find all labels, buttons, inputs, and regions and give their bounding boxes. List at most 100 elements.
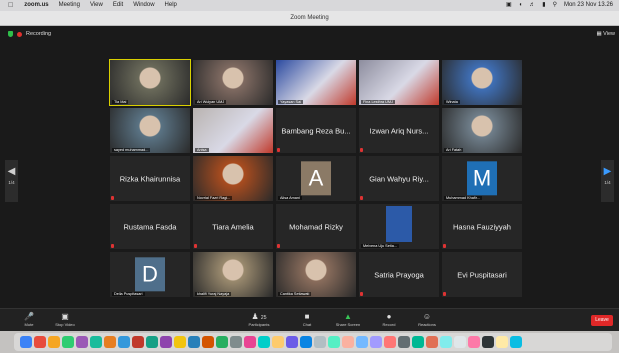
dock-app-icon[interactable] <box>258 336 270 348</box>
dock-app-icon[interactable] <box>286 336 298 348</box>
muted-mic-icon <box>111 196 114 200</box>
participant-label: Cantika Setiawati <box>278 292 312 296</box>
participant-tile[interactable]: Tia Mai <box>109 59 191 106</box>
participant-tile[interactable]: Fina Lesthra UMJ <box>359 60 439 105</box>
search-icon[interactable]: ⚲ <box>553 0 557 11</box>
dock-app-icon[interactable] <box>202 336 214 348</box>
dock-app-icon[interactable] <box>118 336 130 348</box>
participant-label: Muhammad Khafir... <box>444 196 482 200</box>
participant-tile[interactable]: Izwan Ariq Nurs... <box>359 108 439 153</box>
menu-item-meeting[interactable]: Meeting <box>54 0 85 11</box>
dock-app-icon[interactable] <box>174 336 186 348</box>
muted-mic-icon <box>360 196 363 200</box>
participant-tile[interactable]: A Alisa Amani <box>276 156 356 201</box>
participant-tile[interactable]: Evi Puspitasari <box>442 252 522 297</box>
dock-app-icon[interactable] <box>314 336 326 348</box>
dock-app-icon[interactable] <box>34 336 46 348</box>
zoom-status-icon[interactable]: ▣ <box>506 0 512 11</box>
chat-bubble-icon: ■ <box>304 312 310 321</box>
dock-app-icon[interactable] <box>244 336 256 348</box>
participant-tile[interactable]: Yayasan Sai <box>276 60 356 105</box>
dock-app-icon[interactable] <box>132 336 144 348</box>
participant-tile[interactable]: Rustama Fasda <box>110 204 190 249</box>
menu-item-view[interactable]: View <box>85 0 108 11</box>
dock-app-icon[interactable] <box>104 336 116 348</box>
dock-app-icon[interactable] <box>454 336 466 348</box>
dock-app-icon[interactable] <box>440 336 452 348</box>
next-page-button[interactable]: ▶ 1/4 <box>601 160 614 202</box>
share-screen-button[interactable]: ▲ Share Screen <box>333 312 363 327</box>
dock-app-icon[interactable] <box>216 336 228 348</box>
shield-icon[interactable] <box>8 31 13 37</box>
menu-item-zoom[interactable]: zoom.us <box>19 0 53 11</box>
dock-app-icon[interactable] <box>90 336 102 348</box>
dock-app-icon[interactable] <box>160 336 172 348</box>
participant-tile[interactable]: Hasna Fauziyyah <box>442 204 522 249</box>
menu-item-window[interactable]: Window <box>128 0 159 11</box>
participant-tile[interactable]: Cantika Setiawati <box>276 252 356 297</box>
dock-app-icon[interactable] <box>300 336 312 348</box>
participant-tile[interactable]: Anisa <box>193 108 273 153</box>
menu-item-edit[interactable]: Edit <box>108 0 128 11</box>
participant-tile[interactable]: khalifi Yuraj Nayaja <box>193 252 273 297</box>
wifi-icon[interactable]: ◖ <box>519 0 523 11</box>
dock-app-icon[interactable] <box>412 336 424 348</box>
dock-app-icon[interactable] <box>20 336 32 348</box>
participant-label: Melvena Uju Setia... <box>361 244 399 248</box>
muted-mic-icon <box>111 244 114 248</box>
participant-name: Bambang Reza Bu... <box>281 126 351 135</box>
record-button[interactable]: ● Record <box>374 312 404 327</box>
dock-app-icon[interactable] <box>496 336 508 348</box>
dock-app-icon[interactable] <box>342 336 354 348</box>
mute-button[interactable]: 🎤 Mute <box>14 312 44 327</box>
reactions-button[interactable]: ☺ Reactions <box>412 312 442 327</box>
dock-app-icon[interactable] <box>272 336 284 348</box>
dock-app-icon[interactable] <box>188 336 200 348</box>
participant-name: Tiara Amelia <box>212 222 254 231</box>
chat-button[interactable]: ■ Chat <box>292 312 322 327</box>
dock-app-icon[interactable] <box>510 336 522 348</box>
dock-app-icon[interactable] <box>426 336 438 348</box>
menu-item-help[interactable]: Help <box>160 0 182 11</box>
clock[interactable]: Mon 23 Nov 13.26 <box>564 0 613 11</box>
participant-tile[interactable]: Rizka Khairunnisa <box>110 156 190 201</box>
dock-app-icon[interactable] <box>370 336 382 348</box>
participant-tile[interactable]: Tiara Amelia <box>193 204 273 249</box>
dock-app-icon[interactable] <box>398 336 410 348</box>
participant-tile[interactable]: Ari Wulyan UMJ <box>193 60 273 105</box>
participants-button[interactable]: ♟ 25 Participants <box>244 312 274 327</box>
page-indicator-right: 1/4 <box>604 180 611 185</box>
participant-tile[interactable]: Gian Wahyu Riy... <box>359 156 439 201</box>
dock-app-icon[interactable] <box>48 336 60 348</box>
participant-tile[interactable]: Mohamad Rizky <box>276 204 356 249</box>
dock-app-icon[interactable] <box>146 336 158 348</box>
share-screen-label: Share Screen <box>335 322 361 327</box>
participant-tile[interactable]: Winata <box>442 60 522 105</box>
participant-tile[interactable]: Melvena Uju Setia... <box>359 204 439 249</box>
dock-app-icon[interactable] <box>76 336 88 348</box>
dock-app-icon[interactable] <box>328 336 340 348</box>
participant-label: Novrial Fazri Ragi... <box>195 196 233 200</box>
dock-app-icon[interactable] <box>482 336 494 348</box>
participant-tile[interactable]: sayed muhammad... <box>110 108 190 153</box>
stop-video-button[interactable]: ▣ Stop Video <box>50 312 80 327</box>
dock-app-icon[interactable] <box>230 336 242 348</box>
leave-button[interactable]: Leave <box>591 315 613 326</box>
participant-tile[interactable]: M Muhammad Khafir... <box>442 156 522 201</box>
battery-icon[interactable]: ▮ <box>542 0 545 11</box>
apple-icon[interactable]:  <box>0 0 19 11</box>
dock-app-icon[interactable] <box>356 336 368 348</box>
dock-app-icon[interactable] <box>468 336 480 348</box>
dock-app-icon[interactable] <box>384 336 396 348</box>
dock-app-icon[interactable] <box>62 336 74 348</box>
participant-tile[interactable]: Ari Fatah <box>442 108 522 153</box>
participant-tile[interactable]: Satria Prayoga <box>359 252 439 297</box>
participant-tile[interactable]: D Della Puspitasari <box>110 252 190 297</box>
view-button[interactable]: ▦ View <box>596 31 615 37</box>
volume-icon[interactable]: ♬ <box>529 0 535 11</box>
dock-shelf <box>14 333 612 351</box>
previous-page-button[interactable]: ◀ 1/4 <box>5 160 18 202</box>
participant-tile[interactable]: Novrial Fazri Ragi... <box>193 156 273 201</box>
participant-tile[interactable]: Bambang Reza Bu... <box>276 108 356 153</box>
muted-mic-icon <box>443 292 446 296</box>
